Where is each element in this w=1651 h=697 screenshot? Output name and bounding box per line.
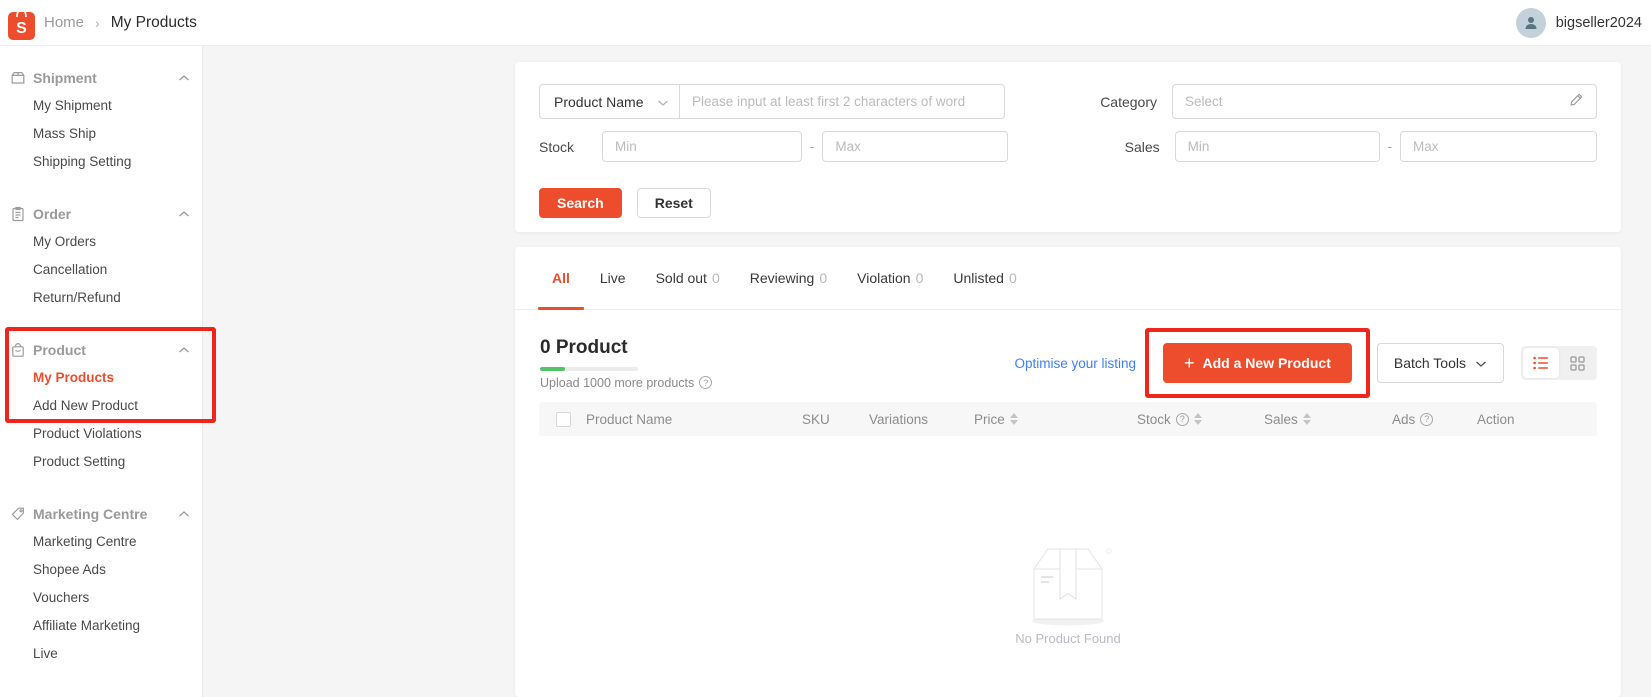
tag-icon — [10, 506, 26, 522]
sidebar-section-shipment: Shipment My Shipment Mass Ship Shipping … — [0, 64, 202, 176]
sidebar-item-my-products[interactable]: My Products — [0, 364, 202, 392]
product-bag-icon — [10, 342, 26, 358]
sidebar-item-product-setting[interactable]: Product Setting — [0, 448, 202, 476]
view-toggle — [1521, 346, 1597, 380]
sidebar: Shipment My Shipment Mass Ship Shipping … — [0, 46, 216, 697]
sidebar-item-shipping-setting[interactable]: Shipping Setting — [0, 148, 202, 176]
chevron-down-icon — [657, 94, 669, 110]
topbar: S Home › My Products bigseller2024 — [0, 0, 1651, 46]
tab-live[interactable]: Live — [600, 247, 626, 310]
tab-sold-out[interactable]: Sold out 0 — [656, 247, 720, 310]
sidebar-item-live[interactable]: Live — [0, 640, 202, 668]
empty-state: No Product Found — [515, 541, 1621, 646]
empty-box-icon — [1032, 548, 1112, 626]
search-button[interactable]: Search — [539, 188, 622, 218]
sidebar-item-cancellation[interactable]: Cancellation — [0, 256, 202, 284]
plus-icon: + — [1184, 353, 1195, 373]
optimise-listing-link[interactable]: Optimise your listing — [1014, 356, 1136, 371]
help-icon[interactable]: ? — [1175, 412, 1189, 426]
table-header: Product Name SKU Variations Price Stock … — [539, 402, 1597, 436]
sidebar-section-marketing: Marketing Centre Marketing Centre Shopee… — [0, 500, 202, 668]
sidebar-item-my-orders[interactable]: My Orders — [0, 228, 202, 256]
search-type-select[interactable]: Product Name — [539, 84, 680, 119]
main-content: Product Name Category Select — [203, 46, 1651, 697]
search-input[interactable] — [680, 84, 1005, 119]
sales-min-input[interactable] — [1174, 131, 1380, 162]
product-count: 0 Product — [540, 336, 628, 358]
grid-view-button[interactable] — [1559, 348, 1595, 378]
upload-quota-text: Upload 1000 more products — [540, 375, 695, 390]
account-menu[interactable]: bigseller2024 — [1515, 7, 1642, 38]
stock-max-input[interactable] — [822, 131, 1009, 162]
sales-label: Sales — [1124, 138, 1160, 155]
grid-view-icon — [1569, 355, 1585, 371]
sidebar-item-vouchers[interactable]: Vouchers — [0, 584, 202, 612]
chevron-up-icon — [178, 505, 190, 523]
username: bigseller2024 — [1555, 14, 1642, 31]
sidebar-header-shipment[interactable]: Shipment — [0, 64, 202, 92]
tab-unlisted[interactable]: Unlisted 0 — [953, 247, 1016, 310]
tab-violation[interactable]: Violation 0 — [857, 247, 923, 310]
tab-all[interactable]: All — [552, 247, 570, 310]
sidebar-item-marketing-centre[interactable]: Marketing Centre — [0, 528, 202, 556]
page-title: My Products — [110, 13, 197, 31]
sort-icon[interactable] — [1193, 413, 1202, 425]
pencil-icon[interactable] — [1569, 92, 1584, 112]
sidebar-header-product[interactable]: Product — [0, 336, 202, 364]
list-view-icon — [1533, 356, 1548, 370]
upload-quota-progressbar — [540, 366, 638, 371]
status-tabs: All Live Sold out 0 Reviewing 0 Violation 0… — [515, 247, 1621, 310]
help-icon[interactable]: ? — [699, 376, 713, 389]
category-select[interactable]: Select — [1172, 84, 1597, 119]
sidebar-item-return-refund[interactable]: Return/Refund — [0, 284, 202, 312]
chevron-up-icon — [178, 69, 190, 87]
help-icon[interactable]: ? — [1420, 412, 1434, 426]
category-label: Category — [1100, 93, 1157, 110]
order-icon — [10, 206, 26, 222]
stock-label: Stock — [539, 138, 575, 155]
sidebar-header-order[interactable]: Order — [0, 200, 202, 228]
sales-max-input[interactable] — [1400, 131, 1597, 162]
filter-card: Product Name Category Select — [515, 62, 1621, 232]
sidebar-item-shopee-ads[interactable]: Shopee Ads — [0, 556, 202, 584]
sidebar-section-order: Order My Orders Cancellation Return/Refu… — [0, 200, 202, 312]
empty-state-text: No Product Found — [1015, 631, 1121, 646]
sort-icon[interactable] — [1302, 413, 1311, 425]
sidebar-section-product: Product My Products Add New Product Prod… — [0, 336, 202, 476]
avatar — [1515, 7, 1546, 38]
breadcrumb-home[interactable]: Home — [44, 14, 84, 31]
reset-button[interactable]: Reset — [636, 188, 711, 218]
package-icon — [10, 70, 26, 86]
sidebar-item-add-new-product[interactable]: Add New Product — [0, 392, 202, 420]
batch-tools-button[interactable]: Batch Tools — [1376, 343, 1504, 383]
sidebar-item-affiliate-marketing[interactable]: Affiliate Marketing — [0, 612, 202, 640]
shopee-logo-icon[interactable]: S — [8, 6, 35, 40]
svg-text:S: S — [16, 20, 27, 37]
sidebar-item-my-shipment[interactable]: My Shipment — [0, 92, 202, 120]
list-view-button[interactable] — [1523, 348, 1559, 378]
breadcrumb-separator-icon: › — [95, 14, 100, 31]
chevron-up-icon — [178, 205, 190, 223]
select-all-checkbox[interactable] — [556, 411, 571, 427]
products-toolbar: 0 Product Upload 1000 more products ? Op… — [515, 324, 1621, 402]
add-new-product-button[interactable]: + Add a New Product — [1163, 343, 1352, 383]
tab-reviewing[interactable]: Reviewing 0 — [750, 247, 827, 310]
sidebar-item-product-violations[interactable]: Product Violations — [0, 420, 202, 448]
chevron-up-icon — [178, 341, 190, 359]
sort-icon[interactable] — [1009, 413, 1018, 425]
stock-min-input[interactable] — [602, 131, 802, 162]
sidebar-item-mass-ship[interactable]: Mass Ship — [0, 120, 202, 148]
products-card: All Live Sold out 0 Reviewing 0 Violation 0… — [515, 247, 1621, 697]
chevron-down-icon — [1475, 355, 1487, 371]
sidebar-header-marketing-centre[interactable]: Marketing Centre — [0, 500, 202, 528]
annotation-rect-add-product: + Add a New Product — [1145, 328, 1370, 398]
